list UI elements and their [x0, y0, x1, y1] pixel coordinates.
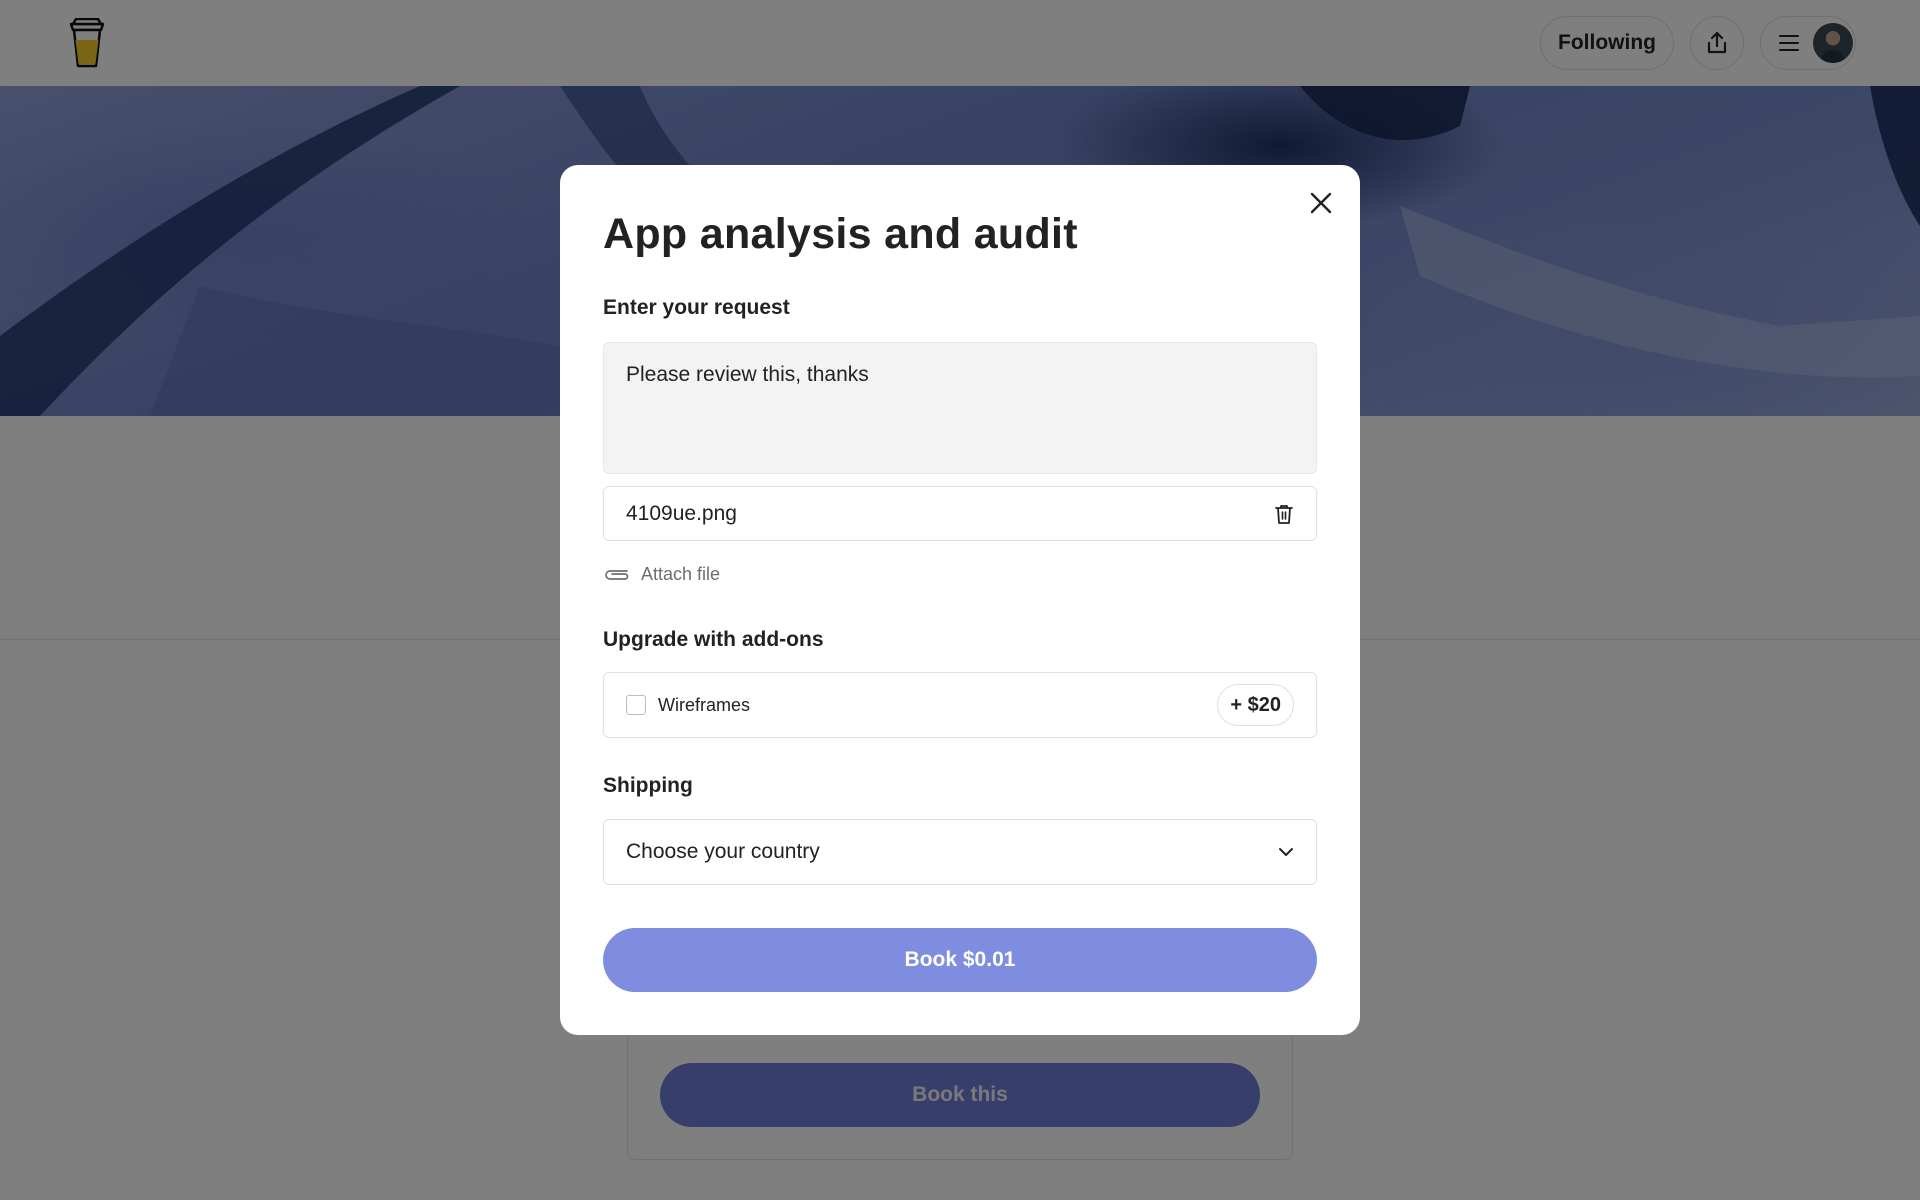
paperclip-icon — [605, 569, 629, 580]
close-modal-button[interactable] — [1304, 186, 1338, 220]
addon-wireframes-row[interactable]: Wireframes + $20 — [603, 672, 1317, 738]
trash-icon — [1275, 504, 1293, 524]
country-select[interactable]: Choose your country — [603, 819, 1317, 885]
attached-file-name: 4109ue.png — [626, 501, 737, 525]
shipping-label: Shipping — [603, 774, 693, 797]
addons-label: Upgrade with add-ons — [603, 628, 824, 651]
attached-file-row: 4109ue.png — [603, 486, 1317, 541]
addon-checkbox[interactable] — [626, 695, 646, 715]
request-label: Enter your request — [603, 296, 790, 319]
addon-name: Wireframes — [658, 694, 751, 715]
attach-file-button[interactable]: Attach file — [603, 564, 720, 585]
request-textarea[interactable]: Please review this, thanks — [603, 342, 1317, 474]
attach-file-label: Attach file — [641, 564, 721, 584]
country-select-value: Choose your country — [626, 840, 820, 863]
book-button[interactable]: Book $0.01 — [603, 928, 1317, 992]
delete-file-button[interactable] — [1274, 503, 1294, 525]
modal-title: App analysis and audit — [603, 210, 1078, 258]
chevron-down-icon — [1279, 848, 1293, 856]
close-icon — [1310, 192, 1332, 214]
addon-price-badge: + $20 — [1217, 684, 1294, 726]
